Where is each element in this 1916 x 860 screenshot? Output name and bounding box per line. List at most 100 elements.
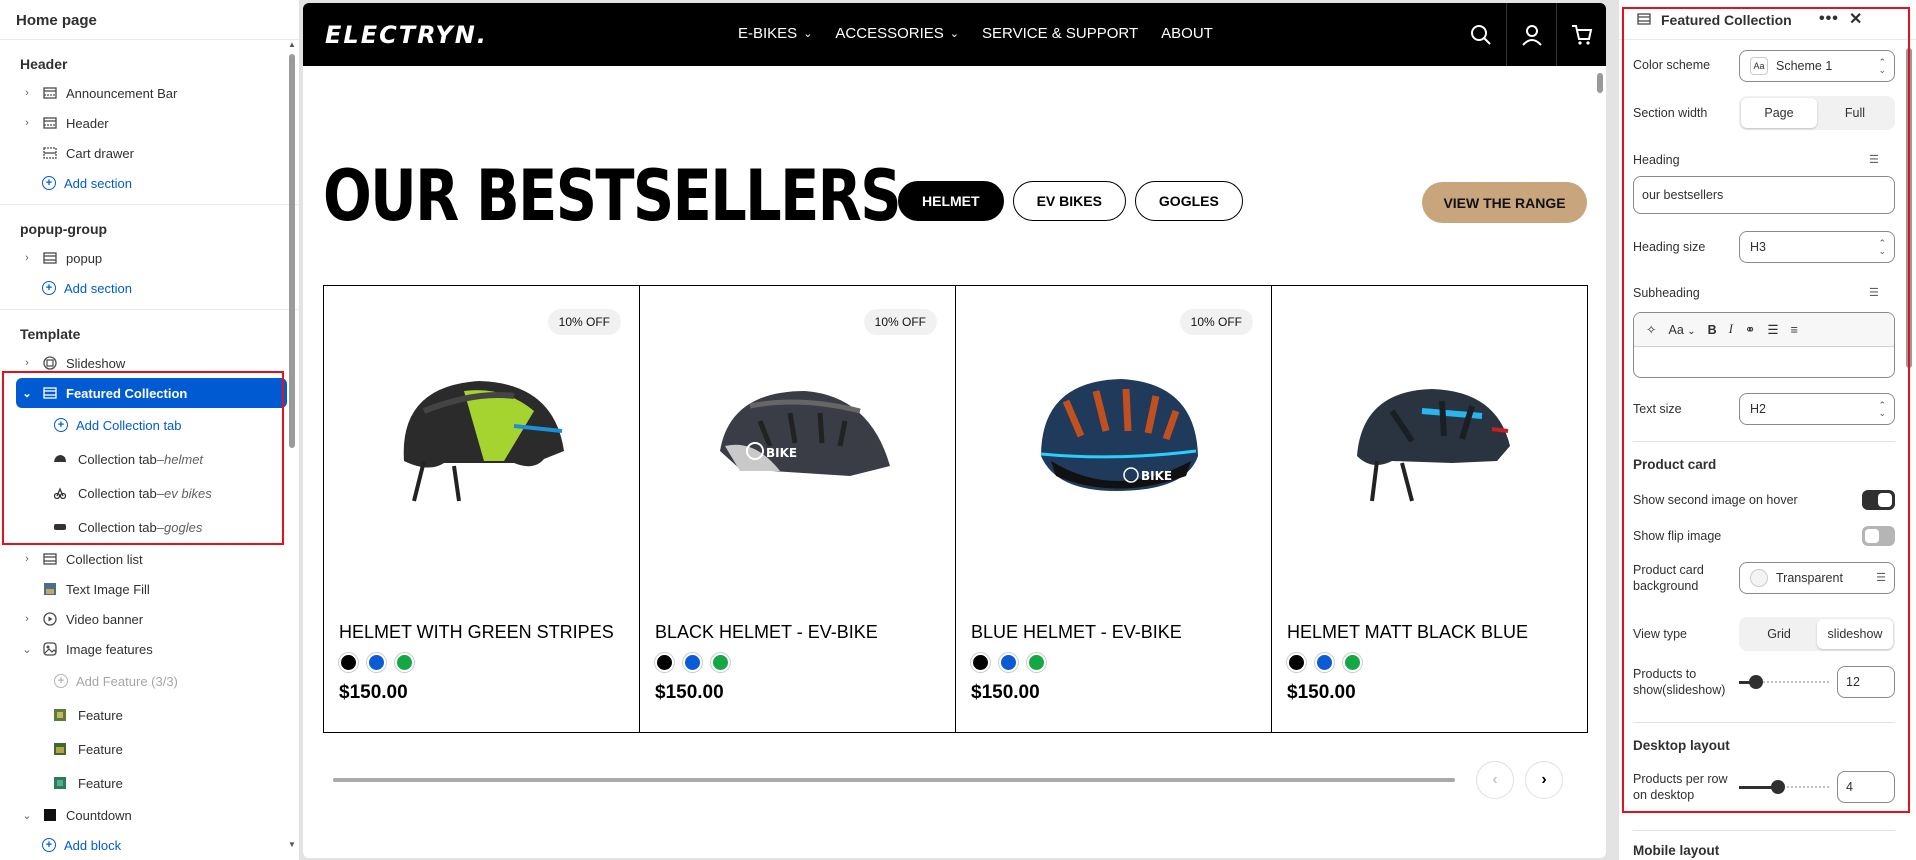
view-range-button[interactable]: VIEW THE RANGE bbox=[1422, 182, 1587, 223]
swatch-green[interactable] bbox=[711, 653, 730, 672]
tree-item-announcement-bar[interactable]: › Announcement Bar bbox=[0, 78, 299, 108]
tree-item-countdown[interactable]: ⌄ Countdown bbox=[0, 800, 299, 830]
numbered-list-icon[interactable]: ≡ bbox=[1791, 323, 1798, 337]
tree-item-cart-drawer[interactable]: Cart drawer bbox=[0, 138, 299, 168]
tree-item-header[interactable]: › Header bbox=[0, 108, 299, 138]
color-scheme-select[interactable]: Aa Scheme 1 ⌃ ⌄ bbox=[1739, 50, 1895, 82]
tab-helmet[interactable]: HELMET bbox=[898, 181, 1004, 221]
bold-icon[interactable]: B bbox=[1708, 323, 1717, 337]
swatch-blue[interactable] bbox=[683, 653, 702, 672]
settings-scrollbar[interactable] bbox=[1906, 48, 1912, 808]
chevron-right-icon[interactable]: › bbox=[20, 117, 34, 129]
slider-progress-bar[interactable] bbox=[333, 778, 1455, 782]
product-image[interactable]: BIKE bbox=[700, 351, 900, 511]
tree-item-text-image-fill[interactable]: Text Image Fill bbox=[0, 574, 299, 604]
swatch-black[interactable] bbox=[1287, 653, 1306, 672]
next-slide-button[interactable]: › bbox=[1525, 761, 1563, 799]
ai-sparkle-icon[interactable]: ✧ bbox=[1646, 322, 1656, 337]
swatch-black[interactable] bbox=[971, 653, 990, 672]
italic-icon[interactable]: I bbox=[1729, 322, 1733, 337]
dynamic-source-icon[interactable]: ☰ bbox=[1869, 153, 1879, 166]
subheading-editor[interactable]: ✧ Aa ⌄ B I ⚭ ☰ ≡ bbox=[1633, 312, 1895, 378]
per-row-slider[interactable] bbox=[1739, 777, 1829, 797]
tab-ev-bikes[interactable]: EV BIKES bbox=[1012, 181, 1126, 221]
tree-item-feature[interactable]: Feature bbox=[0, 698, 299, 732]
view-type-grid[interactable]: Grid bbox=[1741, 619, 1817, 649]
product-card[interactable]: 10% OFF BIKE BLACK HELMET - EV-BIKE $150… bbox=[640, 286, 956, 732]
view-type-slideshow[interactable]: slideshow bbox=[1817, 619, 1893, 649]
add-block-button[interactable]: + Add block bbox=[0, 830, 299, 860]
font-style-dropdown[interactable]: Aa ⌄ bbox=[1668, 323, 1695, 337]
swatch-green[interactable] bbox=[395, 653, 414, 672]
tree-item-popup[interactable]: › popup bbox=[0, 243, 299, 273]
nav-item-service[interactable]: SERVICE & SUPPORT bbox=[982, 25, 1138, 42]
products-to-show-slider[interactable] bbox=[1739, 672, 1829, 692]
product-card[interactable]: 10% OFF BIKE BLUE HELMET - EV-BIKE $150.… bbox=[956, 286, 1272, 732]
account-icon[interactable] bbox=[1506, 3, 1556, 66]
swatch-green[interactable] bbox=[1343, 653, 1362, 672]
scrollbar-thumb[interactable] bbox=[289, 54, 295, 448]
scroll-down-arrow-icon[interactable]: ▼ bbox=[288, 840, 296, 849]
show-second-image-toggle[interactable] bbox=[1862, 490, 1895, 510]
scroll-up-arrow-icon[interactable]: ▲ bbox=[288, 40, 296, 49]
close-icon[interactable]: ✕ bbox=[1849, 9, 1862, 29]
tree-item-image-features[interactable]: ⌄ Image features bbox=[0, 634, 299, 664]
nav-item-accessories[interactable]: ACCESSORIES ⌄ bbox=[835, 25, 959, 42]
chevron-right-icon[interactable]: › bbox=[20, 613, 34, 625]
section-width-page[interactable]: Page bbox=[1741, 98, 1817, 128]
heading-size-select[interactable]: H3 ⌃ ⌄ bbox=[1739, 231, 1895, 263]
store-logo[interactable]: ELECTRYN. bbox=[325, 21, 488, 49]
chevron-down-icon[interactable]: ⌄ bbox=[20, 643, 34, 656]
tree-item-video-banner[interactable]: › Video banner bbox=[0, 604, 299, 634]
link-icon[interactable]: ⚭ bbox=[1745, 322, 1755, 337]
product-card[interactable]: 10% OFF HELMET WITH GREEN STRIPES $150.0… bbox=[324, 286, 640, 732]
swatch-black[interactable] bbox=[339, 653, 358, 672]
swatch-blue[interactable] bbox=[999, 653, 1018, 672]
swatch-black[interactable] bbox=[655, 653, 674, 672]
swatch-blue[interactable] bbox=[1315, 653, 1334, 672]
slider-handle[interactable] bbox=[1771, 780, 1785, 794]
add-section-button[interactable]: + Add section bbox=[0, 273, 299, 303]
swatch-green[interactable] bbox=[1027, 653, 1046, 672]
heading-input[interactable]: our bestsellers bbox=[1633, 176, 1895, 214]
show-flip-toggle[interactable] bbox=[1862, 526, 1895, 546]
more-options-icon[interactable]: ••• bbox=[1819, 10, 1839, 28]
tree-item-feature[interactable]: Feature bbox=[0, 766, 299, 800]
prev-slide-button[interactable]: ‹ bbox=[1476, 761, 1514, 799]
scrollbar-thumb[interactable] bbox=[1906, 48, 1912, 368]
add-section-button[interactable]: + Add section bbox=[0, 168, 299, 198]
product-image[interactable] bbox=[384, 351, 584, 511]
search-icon[interactable] bbox=[1456, 3, 1506, 66]
bullet-list-icon[interactable]: ☰ bbox=[1767, 322, 1778, 337]
slider-handle[interactable] bbox=[1749, 675, 1763, 689]
chevron-right-icon[interactable]: › bbox=[20, 553, 34, 565]
card-background-select[interactable]: Transparent ☰ bbox=[1739, 562, 1895, 594]
add-feature-button[interactable]: + Add Feature (3/3) bbox=[0, 664, 299, 698]
product-title[interactable]: HELMET MATT BLACK BLUE bbox=[1287, 622, 1528, 643]
tree-item-feature[interactable]: Feature bbox=[0, 732, 299, 766]
dynamic-source-icon[interactable]: ☰ bbox=[1869, 286, 1879, 299]
per-row-input[interactable]: 4 bbox=[1837, 771, 1895, 803]
preview-scrollbar[interactable] bbox=[1597, 73, 1603, 853]
section-width-full[interactable]: Full bbox=[1817, 98, 1893, 128]
nav-item-ebikes[interactable]: E-BIKES ⌄ bbox=[738, 25, 812, 42]
tree-item-collection-list[interactable]: › Collection list bbox=[0, 544, 299, 574]
sidebar-scrollbar[interactable]: ▲ ▼ bbox=[288, 40, 296, 852]
chevron-right-icon[interactable]: › bbox=[20, 87, 34, 99]
product-card[interactable]: HELMET MATT BLACK BLUE $150.00 bbox=[1272, 286, 1587, 732]
dynamic-source-icon[interactable]: ☰ bbox=[1876, 571, 1886, 584]
chevron-right-icon[interactable]: › bbox=[20, 357, 34, 369]
swatch-blue[interactable] bbox=[367, 653, 386, 672]
chevron-down-icon[interactable]: ⌄ bbox=[20, 809, 34, 822]
product-title[interactable]: BLACK HELMET - EV-BIKE bbox=[655, 622, 878, 643]
chevron-right-icon[interactable]: › bbox=[20, 252, 34, 264]
product-image[interactable] bbox=[1332, 351, 1532, 511]
nav-item-about[interactable]: ABOUT bbox=[1161, 25, 1213, 42]
tab-gogles[interactable]: GOGLES bbox=[1134, 181, 1243, 221]
cart-icon[interactable] bbox=[1556, 3, 1606, 66]
product-title[interactable]: BLUE HELMET - EV-BIKE bbox=[971, 622, 1182, 643]
text-size-select[interactable]: H2 ⌃ ⌄ bbox=[1739, 393, 1895, 425]
product-title[interactable]: HELMET WITH GREEN STRIPES bbox=[339, 622, 614, 643]
products-to-show-input[interactable]: 12 bbox=[1837, 666, 1895, 698]
product-image[interactable]: BIKE bbox=[1016, 351, 1216, 511]
